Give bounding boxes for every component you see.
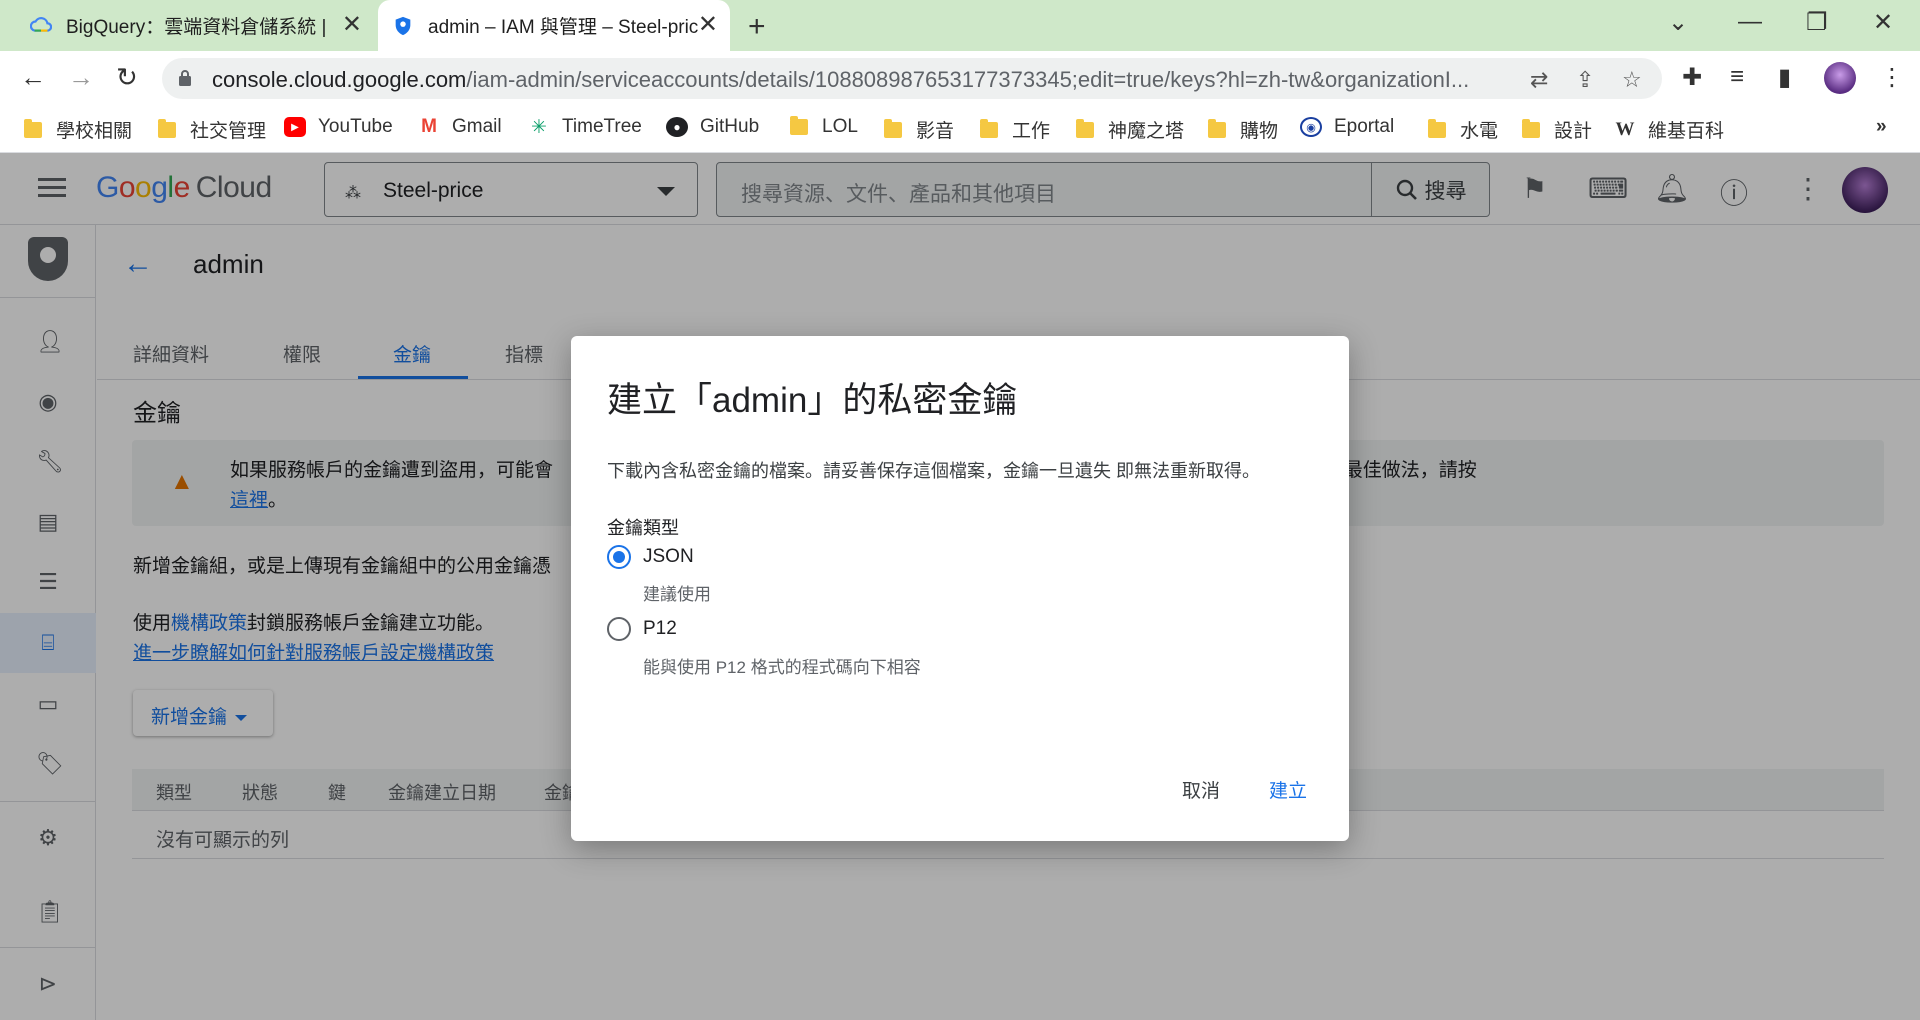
bookmark-label: YouTube: [318, 116, 393, 137]
lock-icon: [179, 70, 191, 86]
bookmark-label: 神魔之塔: [1108, 121, 1185, 142]
bookmark-label: 工作: [1012, 121, 1051, 142]
cancel-button[interactable]: 取消: [1182, 776, 1220, 803]
wikipedia-icon: W: [1615, 118, 1635, 140]
browser-tab-iam[interactable]: admin – IAM 與管理 – Steel-pric ✕: [378, 0, 730, 51]
close-tab-icon[interactable]: ✕: [698, 13, 718, 37]
youtube-icon: ▶: [284, 117, 306, 137]
shield-icon: [395, 16, 411, 35]
radio-p12-sublabel: 能與使用 P12 格式的程式碼向下相容: [643, 658, 921, 677]
tab-title: admin – IAM 與管理 – Steel-pric: [428, 17, 699, 38]
bookmark-label: Eportal: [1334, 116, 1395, 137]
bookmark-timetree[interactable]: ✳ TimeTree: [528, 116, 642, 138]
dialog-title: 建立「admin」的私密金鑰: [607, 381, 1018, 420]
folder-icon: [1428, 118, 1446, 138]
tab-search-icon[interactable]: ⌄: [1668, 8, 1688, 37]
bookmark-folder[interactable]: 設計: [1522, 116, 1592, 143]
more-bookmarks-icon[interactable]: »: [1876, 116, 1887, 138]
folder-icon: [884, 118, 902, 138]
bookmark-folder[interactable]: 工作: [980, 116, 1050, 143]
radio-p12[interactable]: [607, 617, 631, 641]
url-path: /iam-admin/serviceaccounts/details/10880…: [466, 67, 1470, 92]
bookmark-youtube[interactable]: ▶ YouTube: [284, 116, 393, 138]
radio-json[interactable]: [607, 545, 631, 569]
url-host: console.cloud.google.com: [212, 67, 467, 92]
extensions-icon[interactable]: ✚: [1682, 63, 1702, 92]
media-icon[interactable]: ≡: [1730, 63, 1744, 91]
bookmark-github[interactable]: ● GitHub: [666, 116, 759, 138]
bookmark-label: Gmail: [452, 116, 502, 137]
sidepanel-icon[interactable]: ▮: [1778, 63, 1791, 92]
browser-toolbar: ← → ↻ console.cloud.google.com/iam-admin…: [0, 51, 1920, 105]
address-bar[interactable]: console.cloud.google.com/iam-admin/servi…: [162, 58, 1662, 99]
folder-icon: [24, 118, 42, 138]
reload-icon[interactable]: ↻: [116, 64, 138, 90]
bookmarks-bar: 學校相關 社交管理 ▶ YouTube M Gmail ✳ TimeTree ● Git…: [0, 105, 1920, 153]
minimize-icon[interactable]: —: [1738, 8, 1762, 36]
gmail-icon: M: [421, 116, 437, 137]
bookmark-wikipedia[interactable]: W 維基百科: [1614, 116, 1725, 143]
folder-icon: [158, 118, 176, 138]
bookmark-label: 社交管理: [190, 121, 267, 142]
folder-icon: [1522, 118, 1540, 138]
bookmark-eportal[interactable]: ◉ Eportal: [1300, 116, 1394, 138]
new-tab-icon[interactable]: +: [748, 10, 766, 44]
bookmark-label: 設計: [1554, 121, 1593, 142]
google-cloud-icon: [30, 16, 52, 32]
tab-title: BigQuery：雲端資料倉儲系統 |: [66, 17, 327, 38]
bookmark-label: 水電: [1460, 121, 1499, 142]
radio-json-sublabel: 建議使用: [643, 585, 711, 604]
bookmark-folder[interactable]: 購物: [1208, 116, 1278, 143]
back-icon[interactable]: ←: [20, 64, 46, 90]
bookmark-label: 影音: [916, 121, 955, 142]
key-type-label: 金鑰類型: [607, 518, 679, 538]
bookmark-gmail[interactable]: M Gmail: [418, 116, 502, 138]
bookmark-label: LOL: [822, 116, 858, 137]
more-icon[interactable]: ⋮: [1880, 63, 1904, 92]
create-button[interactable]: 建立: [1269, 776, 1307, 803]
folder-icon: [1208, 118, 1226, 138]
star-icon[interactable]: ☆: [1622, 67, 1642, 93]
forward-icon[interactable]: →: [68, 64, 94, 90]
radio-json-label[interactable]: JSON: [643, 546, 694, 568]
timetree-icon: ✳: [531, 116, 547, 138]
restore-icon[interactable]: ❐: [1806, 8, 1828, 37]
url-text: console.cloud.google.com/iam-admin/servi…: [212, 67, 1492, 93]
browser-tab-strip: BigQuery：雲端資料倉儲系統 | ✕ admin – IAM 與管理 – …: [0, 0, 1920, 51]
bookmark-folder[interactable]: 神魔之塔: [1076, 116, 1184, 143]
bookmark-label: 購物: [1240, 121, 1279, 142]
bookmark-label: TimeTree: [562, 116, 642, 137]
folder-icon: [980, 118, 998, 138]
github-icon: ●: [666, 117, 688, 137]
share-icon[interactable]: ⇪: [1576, 67, 1594, 93]
bookmark-folder[interactable]: 水電: [1428, 116, 1498, 143]
folder-icon: [790, 116, 808, 135]
create-private-key-dialog: 建立「admin」的私密金鑰 下載內含私密金鑰的檔案。請妥善保存這個檔案，金鑰一…: [571, 336, 1349, 841]
close-tab-icon[interactable]: ✕: [342, 13, 362, 37]
bookmark-label: 維基百科: [1648, 121, 1725, 142]
close-window-icon[interactable]: ✕: [1873, 8, 1893, 37]
folder-icon: [1076, 118, 1094, 138]
bookmark-folder[interactable]: 社交管理: [158, 116, 266, 143]
bookmark-folder[interactable]: 學校相關: [24, 116, 132, 143]
bookmark-label: 學校相關: [56, 121, 133, 142]
dialog-description: 下載內含私密金鑰的檔案。請妥善保存這個檔案，金鑰一旦遺失 即無法重新取得。: [607, 461, 1260, 481]
profile-avatar[interactable]: [1824, 62, 1856, 94]
browser-tab-bigquery[interactable]: BigQuery：雲端資料倉儲系統 | ✕: [20, 0, 374, 51]
eportal-icon: ◉: [1300, 117, 1322, 137]
bookmark-folder[interactable]: LOL: [790, 116, 858, 138]
radio-p12-label[interactable]: P12: [643, 618, 677, 640]
translate-icon[interactable]: ⇄: [1530, 67, 1548, 93]
bookmark-folder[interactable]: 影音: [884, 116, 954, 143]
bookmark-label: GitHub: [700, 116, 760, 137]
